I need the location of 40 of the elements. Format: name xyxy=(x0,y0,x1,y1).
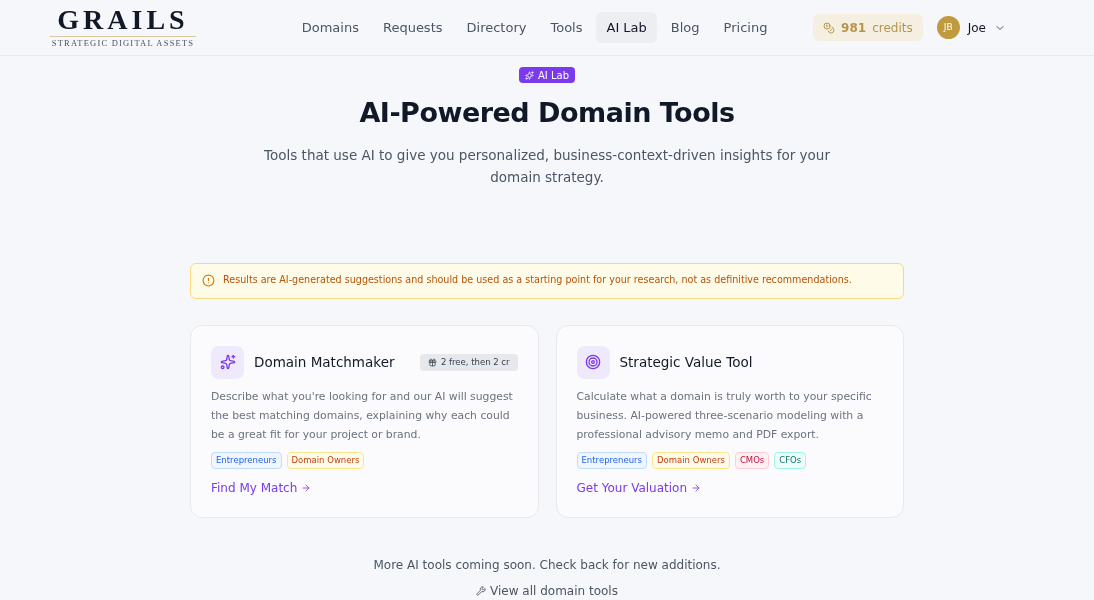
nav-link[interactable]: Pricing xyxy=(713,11,778,44)
user-name[interactable]: Joe xyxy=(967,18,986,37)
arrow-right-icon xyxy=(301,482,312,493)
footer-note: More AI tools coming soon. Check back for new additions. xyxy=(373,556,721,574)
nav-link[interactable]: AI Lab xyxy=(596,11,657,44)
credits-label: credits xyxy=(872,19,913,37)
nav-link[interactable]: Domains xyxy=(291,11,369,44)
logo-tagline: STRATEGIC DIGITAL ASSETS xyxy=(50,35,196,50)
audience-tag: CFOs xyxy=(774,451,807,469)
sparkle-icon xyxy=(525,70,534,80)
nav-link[interactable]: Requests xyxy=(372,11,453,44)
tool-title: Strategic Value Tool xyxy=(619,352,753,372)
target-icon xyxy=(585,354,601,370)
tool-link[interactable]: Get Your Valuation xyxy=(576,478,702,497)
audience-tag: CMOs xyxy=(734,451,770,469)
arrow-right-icon xyxy=(691,482,702,493)
nav-link[interactable]: Directory xyxy=(456,11,537,44)
audience-tag: Entrepreneurs xyxy=(576,451,647,469)
audience-tag: Domain Owners xyxy=(286,451,365,469)
audience-tag: Domain Owners xyxy=(652,451,730,469)
credits-amount: 981 xyxy=(841,19,867,37)
page-subtitle: Tools that use AI to give you personalized, business-context-driven insights for your domain strategy. xyxy=(263,145,831,187)
page-title: AI-Powered Domain Tools xyxy=(359,96,735,130)
gift-icon xyxy=(427,357,437,367)
notice-text: Results are AI-generated suggestions and should be used as a starting point for your research, not as definitive recommendations. xyxy=(223,273,852,288)
wrench-icon xyxy=(476,585,487,596)
alert-icon xyxy=(202,274,215,287)
hero-badge: AI Lab xyxy=(519,67,575,83)
nav-link[interactable]: Tools xyxy=(540,11,593,44)
sparkle-icon xyxy=(219,354,236,370)
tool-title: Domain Matchmaker xyxy=(254,352,395,372)
coins-icon xyxy=(823,21,836,34)
nav-link[interactable]: Blog xyxy=(660,11,710,44)
pricing-badge: 2 free, then 2 cr xyxy=(419,353,518,371)
tool-description: Describe what you're looking for and our AI will suggest the best matching domains, explaining why each could be a great fit for your project or brand. xyxy=(211,388,514,443)
all-tools-link[interactable]: View all domain tools xyxy=(476,581,618,600)
tool-description: Calculate what a domain is truly worth to your specific business. AI-powered three-scenario modeling with a professional advisory memo and PDF export. xyxy=(576,388,873,443)
audience-tag: Entrepreneurs xyxy=(211,451,282,469)
logo-wordmark[interactable]: GRAILS xyxy=(57,5,189,34)
tool-link[interactable]: Find My Match xyxy=(211,478,312,497)
